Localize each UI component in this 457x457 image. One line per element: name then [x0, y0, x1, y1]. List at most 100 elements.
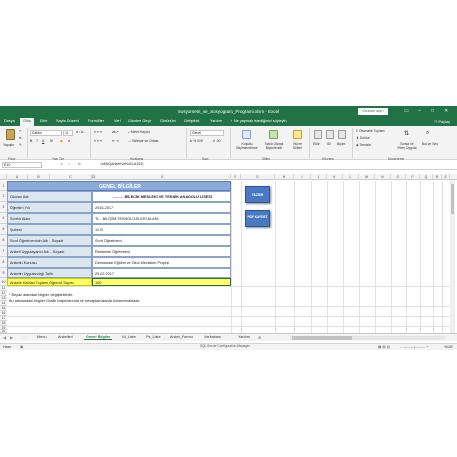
- sheet-tab-anketleri[interactable]: Anketleri: [58, 335, 73, 339]
- column-header[interactable]: S: [442, 174, 450, 180]
- cell-styles-label[interactable]: Hücre Stilleri: [288, 142, 307, 150]
- maximize-icon[interactable]: □: [431, 108, 434, 114]
- sort-filter-icon[interactable]: ⇅: [404, 130, 412, 139]
- row-header[interactable]: 1: [0, 181, 7, 191]
- name-box[interactable]: E10: [2, 162, 42, 168]
- sort-filter-label[interactable]: Sırala ve Filtre Uygula: [397, 142, 417, 150]
- sheet-tab-yardim[interactable]: Yardım: [238, 335, 250, 339]
- font-color-icon[interactable]: A: [68, 139, 70, 143]
- insert-cells-label[interactable]: Ekle: [313, 142, 320, 146]
- table-format-icon[interactable]: [269, 130, 278, 139]
- column-header[interactable]: C: [50, 174, 92, 180]
- field-value-date[interactable]: 25.02.2017: [92, 268, 231, 278]
- merge-center-button[interactable]: ⇔ Birleştir ve Ortala: [128, 139, 158, 143]
- column-header[interactable]: H: [275, 174, 294, 180]
- row-header[interactable]: 4: [0, 213, 7, 224]
- row-header[interactable]: 5: [0, 224, 7, 235]
- signin-button[interactable]: Oturum açın: [358, 108, 388, 115]
- borders-icon[interactable]: ⊞: [50, 139, 53, 143]
- field-value-student-count[interactable]: 100: [92, 278, 231, 286]
- column-header[interactable]: K: [327, 174, 343, 180]
- vertical-scrollbar[interactable]: [450, 180, 455, 333]
- column-header[interactable]: R: [433, 174, 442, 180]
- underline-icon[interactable]: A: [42, 139, 44, 143]
- delete-cells-label[interactable]: Sil: [327, 142, 331, 146]
- font-name-select[interactable]: Calibri: [30, 130, 62, 136]
- autosum-button[interactable]: Σ Otomatik Toplam: [356, 129, 384, 133]
- cell-styles-icon[interactable]: [293, 130, 302, 139]
- horizontal-scrollbar[interactable]: [290, 336, 445, 340]
- grow-font-icon[interactable]: A↑ A↓: [76, 130, 85, 134]
- field-value-area[interactable]: TL - BİLİŞİM TEKNOLOJİLERİ ALANI: [92, 213, 231, 224]
- tab-formuller[interactable]: Formüller: [88, 119, 104, 123]
- sheet-tab-veritabani[interactable]: Veritabanı: [204, 335, 221, 339]
- column-header[interactable]: N: [375, 174, 391, 180]
- minimize-icon[interactable]: –: [418, 108, 421, 114]
- tell-me-search[interactable]: ♀ Ne yapmak istediğinizi söyleyin: [230, 119, 286, 123]
- add-sheet-icon[interactable]: ⊕: [258, 335, 261, 340]
- view-normal-icon[interactable]: ▦ ▤ ▥: [378, 345, 390, 349]
- row-header[interactable]: 6: [0, 235, 7, 246]
- pdf-save-button[interactable]: PDF KAYDET: [245, 210, 270, 227]
- column-header[interactable]: G: [241, 174, 275, 180]
- tab-dosya[interactable]: Dosya: [4, 119, 15, 123]
- column-header[interactable]: B: [28, 174, 50, 180]
- cancel-icon[interactable]: ✕: [60, 162, 63, 166]
- currency-icon[interactable]: ₺ % 000: [190, 139, 203, 143]
- column-header[interactable]: E: [95, 174, 231, 180]
- indent-icon[interactable]: ⇤ ⇥: [112, 139, 119, 143]
- tab-gozden-gecir[interactable]: Gözden Geçir: [128, 119, 151, 123]
- copy-icon[interactable]: ⧉: [19, 136, 21, 140]
- tab-sayfa-duzeni[interactable]: Sayfa Düzeni: [56, 119, 79, 123]
- scroll-tabs-left-icon[interactable]: ◀: [3, 335, 6, 340]
- sheet-tab-ni-liste[interactable]: Ni_Liste: [122, 335, 136, 339]
- field-value-topic[interactable]: Demokrasi Eğitimi ve Okul Meclisleri Pro…: [92, 257, 231, 268]
- tab-veri[interactable]: Veri: [114, 119, 121, 123]
- sheet-tab-ps-liste[interactable]: Ps_Liste: [146, 335, 161, 339]
- column-header[interactable]: M: [359, 174, 375, 180]
- share-button[interactable]: ⚇ Paylaş: [434, 119, 450, 124]
- column-header[interactable]: Q: [420, 174, 433, 180]
- zoom-slider[interactable]: – ———|——— +: [400, 345, 429, 349]
- font-size-select[interactable]: 11: [63, 130, 73, 136]
- sheet-tab-menu[interactable]: Menu: [37, 335, 47, 339]
- macro-record-icon[interactable]: ▣: [20, 345, 23, 349]
- field-value-year[interactable]: 2016-2017: [92, 202, 231, 213]
- tab-yardim[interactable]: Yardım: [210, 119, 222, 123]
- format-painter-icon[interactable]: ✎: [19, 143, 22, 147]
- confirm-icon[interactable]: ✓: [68, 162, 71, 166]
- scroll-tabs-right-icon[interactable]: ▶: [10, 335, 13, 340]
- tab-gorunum[interactable]: Görünüm: [160, 119, 176, 123]
- clear-button[interactable]: ◈ Temizle: [356, 143, 371, 147]
- column-header[interactable]: A: [7, 174, 28, 180]
- wrap-text-button[interactable]: ⤶ Metni Kaydır: [128, 130, 150, 134]
- ribbon-display-icon[interactable]: ▭: [404, 108, 409, 114]
- paste-icon[interactable]: [6, 129, 15, 140]
- zoom-level[interactable]: %100: [444, 345, 453, 349]
- hscroll-thumb[interactable]: [292, 336, 352, 340]
- find-select-icon[interactable]: ⌕: [426, 130, 434, 139]
- sheet-tab-genel-bilgiler[interactable]: Genel Bilgiler: [84, 335, 113, 340]
- field-value-class-teacher[interactable]: Sınıf Öğretmeni: [92, 235, 231, 246]
- select-all-corner[interactable]: [0, 174, 7, 180]
- row-header[interactable]: 8: [0, 257, 7, 268]
- bold-icon[interactable]: K: [30, 139, 32, 143]
- column-header[interactable]: L: [343, 174, 359, 180]
- more-tabs-icon[interactable]: …: [22, 335, 26, 339]
- decimal-icon[interactable]: ,0 ,00: [212, 139, 220, 143]
- conditional-format-label[interactable]: Koşullu Biçimlendirme: [234, 142, 260, 150]
- row-header[interactable]: 3: [0, 202, 7, 213]
- column-header[interactable]: O: [391, 174, 406, 180]
- find-select-label[interactable]: Bul ve Seç: [421, 142, 439, 146]
- sheet-tab-anket-formu[interactable]: Anket_Formu: [170, 335, 193, 339]
- tab-ekle[interactable]: Ekle: [40, 119, 47, 123]
- conditional-format-icon[interactable]: [242, 130, 251, 139]
- tab-gelistirici[interactable]: Geliştirici: [184, 119, 199, 123]
- column-header[interactable]: J: [311, 174, 327, 180]
- left-align-icon[interactable]: ≡ ≡ ≡: [94, 139, 102, 143]
- number-format-select[interactable]: Genel: [190, 130, 224, 136]
- row-header[interactable]: 7: [0, 246, 7, 257]
- row-header[interactable]: 10: [0, 278, 7, 286]
- field-value-applier[interactable]: Rehberlik Öğretmeni: [92, 246, 231, 257]
- formula-input[interactable]: =MAK(Anket!Veri!A3:A102): [100, 162, 143, 166]
